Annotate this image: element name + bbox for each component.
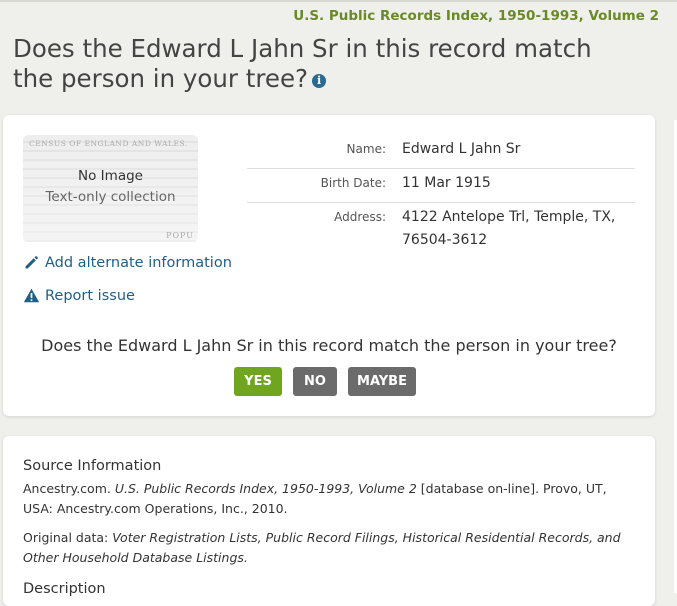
yes-button[interactable]: YES	[234, 367, 282, 396]
original-data: Original data: Voter Registration Lists,…	[23, 528, 623, 568]
field-label: Address:	[334, 210, 386, 224]
page-title-text: Does the Edward L Jahn Sr in this record…	[13, 34, 592, 93]
citation-title: U.S. Public Records Index, 1950-1993, Vo…	[114, 481, 417, 496]
maybe-button[interactable]: MAYBE	[348, 367, 416, 396]
field-label: Name:	[346, 142, 386, 156]
add-alternate-info-link[interactable]: Add alternate information	[23, 254, 232, 271]
field-value: 4122 Antelope Trl, Temple, TX, 76504-361…	[402, 209, 616, 248]
field-row-birth-date: Birth Date: 11 Mar 1915	[247, 169, 635, 203]
field-row-address: Address: 4122 Antelope Trl, Temple, TX, …	[247, 203, 635, 259]
text-only-label: Text-only collection	[45, 189, 176, 205]
no-image-label: No Image	[78, 168, 143, 184]
thumbnail-census-text: CENSUS OF ENGLAND AND WALES.	[29, 139, 188, 148]
source-heading: Source Information	[23, 458, 162, 474]
record-thumbnail: CENSUS OF ENGLAND AND WALES. POPU No Ima…	[23, 135, 198, 242]
field-label: Birth Date:	[320, 176, 386, 190]
pencil-icon	[25, 256, 38, 269]
thumbnail-popu-text: POPU	[166, 231, 194, 240]
source-card: Source Information Ancestry.com. U.S. Pu…	[3, 436, 655, 606]
top-divider	[0, 0, 677, 2]
page-title: Does the Edward L Jahn Sr in this record…	[13, 34, 613, 94]
record-card: CENSUS OF ENGLAND AND WALES. POPU No Ima…	[3, 115, 655, 416]
no-button[interactable]: NO	[293, 367, 337, 396]
warning-icon	[23, 288, 40, 303]
report-issue-link[interactable]: Report issue	[23, 287, 135, 304]
original-data-text: Voter Registration Lists, Public Record …	[23, 530, 621, 565]
original-data-prefix: Original data:	[23, 530, 113, 545]
match-question: Does the Edward L Jahn Sr in this record…	[41, 336, 617, 355]
field-row-name: Name: Edward L Jahn Sr	[247, 135, 635, 169]
add-alternate-info-label: Add alternate information	[45, 254, 232, 271]
collection-title[interactable]: U.S. Public Records Index, 1950-1993, Vo…	[293, 8, 659, 24]
report-issue-label: Report issue	[45, 287, 135, 304]
description-heading: Description	[23, 581, 106, 597]
info-icon[interactable]: i	[312, 74, 327, 88]
citation-prefix: Ancestry.com.	[23, 481, 115, 496]
field-value: 11 Mar 1915	[402, 175, 491, 191]
field-value: Edward L Jahn Sr	[402, 141, 521, 157]
record-fields: Name: Edward L Jahn Sr Birth Date: 11 Ma…	[247, 135, 635, 259]
source-citation: Ancestry.com. U.S. Public Records Index,…	[23, 479, 623, 519]
